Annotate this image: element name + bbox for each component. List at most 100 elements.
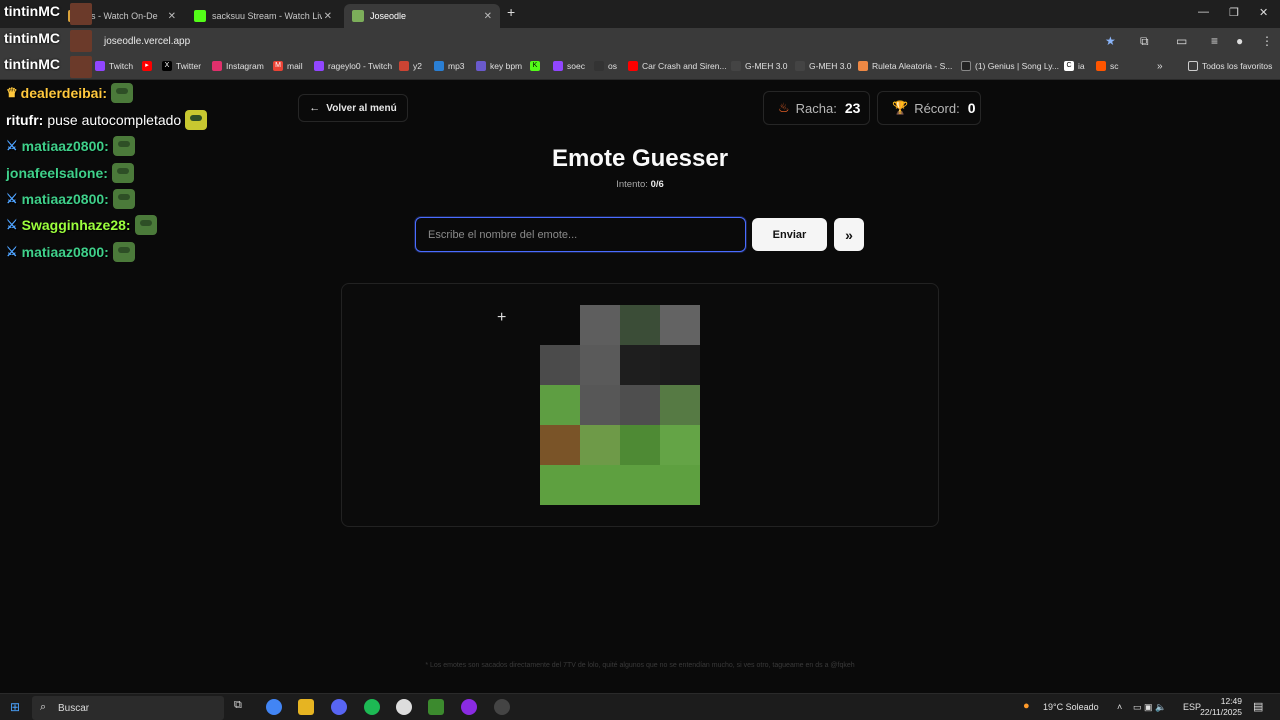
sword-icon: ⚔: [6, 191, 18, 206]
overlay-avatar: [70, 30, 92, 52]
close-icon[interactable]: ✕: [324, 11, 332, 22]
cursor-crosshair-icon: +: [497, 309, 507, 326]
star-icon[interactable]: ★: [1105, 34, 1116, 48]
send-button[interactable]: Enviar: [752, 218, 827, 251]
emote-icon: [112, 189, 135, 209]
bookmark-instagram[interactable]: Instagram: [212, 61, 264, 71]
footer-note: * Los emotes son sacados directamente de…: [425, 662, 855, 669]
genius-icon: [961, 61, 971, 71]
emote-pixel: [620, 345, 660, 385]
chrome-icon[interactable]: [266, 699, 282, 715]
bookmark-rageylo[interactable]: rageylo0 - Twitch: [314, 61, 392, 71]
close-icon[interactable]: ✕: [168, 11, 176, 22]
soundcloud-icon: [1096, 61, 1106, 71]
more-bookmarks-icon[interactable]: »: [1157, 61, 1163, 72]
bookmark-genius[interactable]: (1) Genius | Song Ly...: [961, 61, 1059, 71]
media-icon[interactable]: ≡: [1211, 34, 1218, 48]
minecraft-icon[interactable]: [428, 699, 444, 715]
bookmark-gmeh-2[interactable]: G-MEH 3.0: [795, 61, 852, 71]
emote-icon: [111, 83, 134, 103]
os-icon: [594, 61, 604, 71]
bookmark-ruleta[interactable]: Ruleta Aleatoria - S...: [858, 61, 952, 71]
ia-icon: C: [1064, 61, 1074, 71]
kick-icon: K: [530, 61, 540, 71]
emote-pixel: [660, 385, 700, 425]
close-icon[interactable]: ✕: [484, 11, 492, 22]
emote-icon: [112, 242, 135, 262]
profile-icon[interactable]: ●: [1236, 34, 1243, 48]
overlay-avatar: [70, 56, 92, 78]
discord-icon[interactable]: [331, 699, 347, 715]
sword-icon: ⚔: [6, 244, 18, 259]
spotify-icon[interactable]: [364, 699, 380, 715]
clock[interactable]: 12:49 22/11/2025: [1200, 696, 1242, 718]
tray-icons[interactable]: ▭ ▣ 🔈: [1133, 702, 1166, 713]
maximize-button[interactable]: ❐: [1229, 6, 1239, 19]
bookmark-kick[interactable]: K: [530, 61, 544, 71]
bookmark-gmeh-1[interactable]: G-MEH 3.0: [731, 61, 788, 71]
streak-stat: ♨ Racha: 23: [763, 91, 870, 125]
task-view-icon[interactable]: ⧉: [234, 699, 242, 712]
twitch-icon: [314, 61, 324, 71]
bookmark-twitch[interactable]: Twitch: [95, 61, 133, 71]
bookmark-mp3[interactable]: mp3: [434, 61, 465, 71]
bookmark-sc[interactable]: sc: [1096, 61, 1119, 71]
language-indicator[interactable]: ESP: [1183, 702, 1201, 712]
y2-icon: [399, 61, 409, 71]
file-explorer-icon[interactable]: [298, 699, 314, 715]
bookmark-youtube[interactable]: ▸: [142, 61, 156, 71]
emote-pixel: [540, 425, 580, 465]
emote-pixel: [660, 305, 700, 345]
emote-guess-input[interactable]: [415, 217, 746, 252]
back-label: Volver al menú: [326, 102, 397, 114]
emote-pixel: [580, 385, 620, 425]
chat-message: puse autocompletado: [47, 112, 182, 128]
overlay-streamer-name: tintinMC: [4, 3, 60, 19]
ruleta-icon: [858, 61, 868, 71]
new-tab-button[interactable]: +: [507, 4, 515, 20]
tray-chevron-icon[interactable]: ˄: [1117, 702, 1122, 712]
menu-icon[interactable]: ⋮: [1261, 34, 1273, 48]
overlay-avatar: [70, 3, 92, 25]
clock-date: 22/11/2025: [1200, 707, 1242, 717]
bookmark-ia[interactable]: Cia: [1064, 61, 1085, 71]
chat-user: matiaaz0800: [21, 191, 105, 207]
bookmark-y2[interactable]: y2: [399, 61, 422, 71]
attempt-counter: Intento: 0/6: [0, 179, 1280, 190]
folder-icon: [1188, 61, 1198, 71]
skip-button[interactable]: »: [834, 218, 864, 251]
bookmark-os[interactable]: os: [594, 61, 617, 71]
emote-pixel: [660, 425, 700, 465]
emote-pixel: [660, 465, 700, 505]
close-window-button[interactable]: ✕: [1259, 6, 1268, 19]
notifications-icon[interactable]: ▤: [1253, 700, 1263, 713]
obs-icon[interactable]: [494, 699, 510, 715]
taskbar-search[interactable]: ⌕ Buscar: [32, 696, 224, 720]
all-bookmarks[interactable]: Todos los favoritos: [1188, 61, 1272, 71]
search-icon: ⌕: [40, 701, 47, 713]
emote-icon: [185, 110, 208, 130]
tab-sacksuu[interactable]: sacksuu Stream - Watch Live on ✕: [186, 4, 340, 28]
tab-joseodle[interactable]: Joseodle ✕: [344, 4, 500, 28]
x-icon: X: [162, 61, 172, 71]
media-player-icon[interactable]: [396, 699, 412, 715]
emote-icon: [134, 215, 157, 235]
emote-pixel: [620, 425, 660, 465]
bookmark-car-crash[interactable]: Car Crash and Siren...: [628, 61, 727, 71]
emote-pixel: [620, 465, 660, 505]
arrow-left-icon: ←: [309, 102, 321, 114]
app-c-icon[interactable]: [461, 699, 477, 715]
bookmark-mail[interactable]: Mmail: [273, 61, 303, 71]
bookmark-soec[interactable]: soec: [553, 61, 585, 71]
windows-start-icon[interactable]: ⊞: [10, 700, 20, 714]
bookmark-twitter[interactable]: X Twitter: [162, 61, 201, 71]
minimize-button[interactable]: —: [1198, 6, 1209, 18]
url-field[interactable]: joseodle.vercel.app: [104, 36, 190, 47]
crown-icon: ♛: [6, 85, 18, 100]
bookmark-key-bpm[interactable]: key bpm: [476, 61, 522, 71]
chat-line: ritufr: puse autocompletado: [6, 110, 208, 130]
extensions-icon[interactable]: ⧉: [1140, 34, 1149, 49]
cast-icon[interactable]: ▭: [1176, 34, 1187, 48]
back-to-menu-button[interactable]: ← Volver al menú: [298, 94, 408, 122]
weather-text[interactable]: 19°C Soleado: [1043, 702, 1099, 712]
